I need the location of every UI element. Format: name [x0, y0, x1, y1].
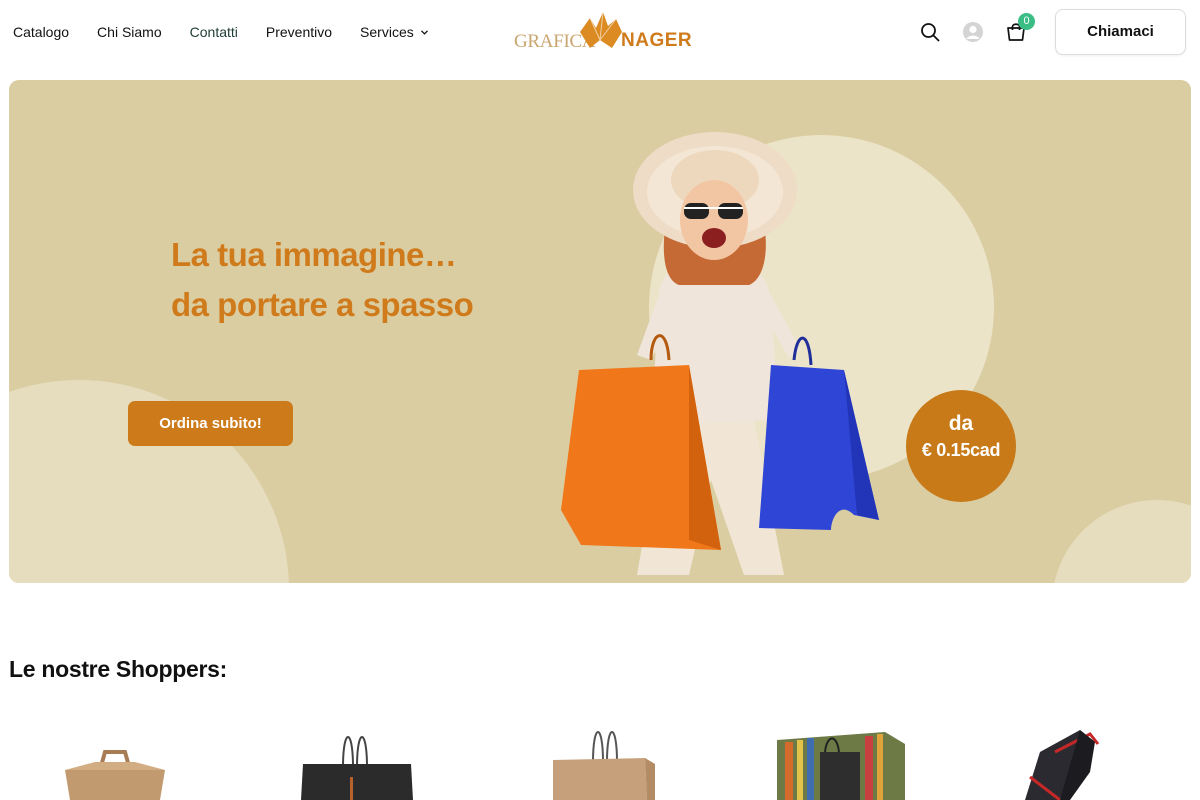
- logo-text-nager: NAGER: [621, 30, 693, 51]
- hero-title: La tua immagine… da portare a spasso: [171, 230, 474, 330]
- price-badge: da € 0.15cad: [906, 390, 1016, 502]
- user-icon[interactable]: [962, 21, 984, 43]
- site-header: Catalogo Chi Siamo Contatti Preventivo S…: [0, 0, 1200, 66]
- search-icon[interactable]: [919, 21, 941, 43]
- site-logo[interactable]: GRAFICA NAGER: [514, 10, 692, 56]
- hero-banner: La tua immagine… da portare a spasso Ord…: [9, 80, 1191, 583]
- cart-count-badge: 0: [1018, 13, 1035, 30]
- chevron-down-icon: [420, 30, 428, 35]
- product-kraft-bag-rope-handle[interactable]: [525, 722, 685, 800]
- main-nav: Catalogo Chi Siamo Contatti Preventivo S…: [13, 24, 457, 40]
- woman-with-shopping-bags-image: [561, 132, 879, 575]
- call-button[interactable]: Chiamaci: [1055, 9, 1186, 55]
- decorative-circle: [1052, 500, 1191, 583]
- product-dark-gift-bag-red-ribbon[interactable]: [1010, 722, 1170, 800]
- nav-item-catalogo[interactable]: Catalogo: [13, 24, 69, 40]
- hero-title-line2: da portare a spasso: [171, 286, 474, 323]
- nav-item-contatti[interactable]: Contatti: [190, 24, 238, 40]
- price-prefix: da: [948, 412, 974, 435]
- products-section-title: Le nostre Shoppers:: [9, 656, 227, 682]
- product-patterned-gift-bag[interactable]: [765, 722, 925, 800]
- hero-title-line1: La tua immagine…: [171, 236, 457, 273]
- order-now-button[interactable]: Ordina subito!: [128, 401, 293, 446]
- product-black-bag-rope-handle[interactable]: [275, 722, 435, 800]
- product-kraft-bag-flat-handle[interactable]: [35, 722, 195, 800]
- nav-item-preventivo[interactable]: Preventivo: [266, 24, 332, 40]
- nav-item-services[interactable]: Services: [360, 24, 429, 40]
- logo-crown-icon: [580, 11, 622, 48]
- price-value: € 0.15cad: [921, 440, 1001, 460]
- nav-item-services-label: Services: [360, 24, 414, 40]
- nav-item-chi-siamo[interactable]: Chi Siamo: [97, 24, 162, 40]
